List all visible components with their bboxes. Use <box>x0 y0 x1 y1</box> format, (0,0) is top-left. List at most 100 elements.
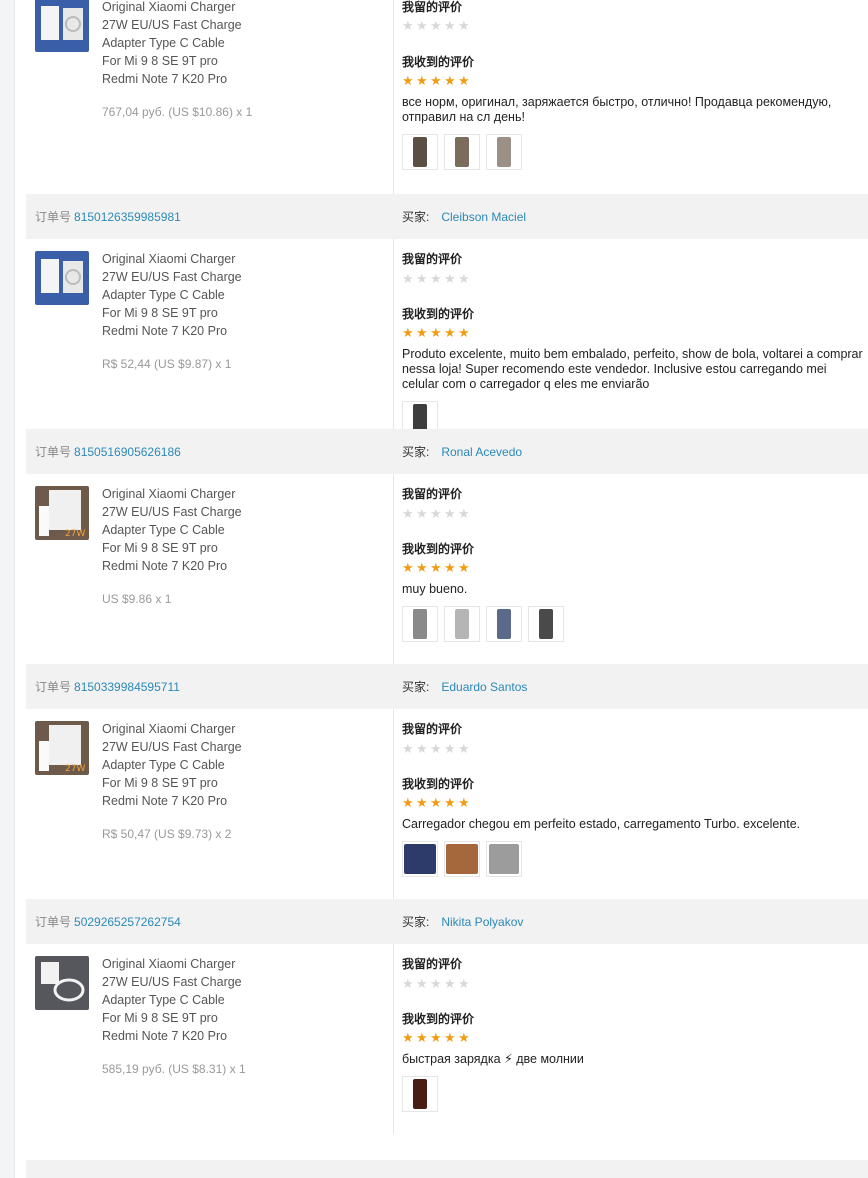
order-number-label: 订单号 <box>35 210 72 224</box>
next-order-header <box>26 1160 868 1178</box>
received-review-label: 我收到的评价 <box>402 307 475 321</box>
review-photo[interactable] <box>402 1076 438 1112</box>
review-photos <box>402 134 522 170</box>
star-icon: ★ <box>458 271 470 286</box>
star-icon: ★ <box>416 18 428 33</box>
order-header: 订单号 8150126359985981 买家: Cleibson Maciel <box>26 194 868 239</box>
buyer-label: 买家: <box>402 680 430 694</box>
star-icon: ★ <box>444 560 456 575</box>
review-photo[interactable] <box>486 841 522 877</box>
review-photo[interactable] <box>486 134 522 170</box>
received-review-stars: ★ ★ ★ ★ ★ <box>402 326 471 339</box>
star-icon: ★ <box>458 741 470 756</box>
product-thumbnail[interactable]: 27W <box>35 721 89 775</box>
product-title[interactable]: Original Xiaomi Charger 27W EU/US Fast Ch… <box>102 485 262 575</box>
review-comment: muy bueno. <box>402 582 468 596</box>
star-icon: ★ <box>430 560 442 575</box>
review-comment: Carregador chegou em perfeito estado, ca… <box>402 817 801 831</box>
review-comment: все норм, оригинал, заряжается быстро, о… <box>402 95 832 124</box>
order-number-label: 订单号 <box>35 445 72 459</box>
order-review-list: Original Xiaomi Charger 27W EU/US Fast Ch… <box>26 0 868 1134</box>
product-title[interactable]: Original Xiaomi Charger 27W EU/US Fast Ch… <box>102 250 262 340</box>
product-title[interactable]: Original Xiaomi Charger 27W EU/US Fast Ch… <box>102 0 262 88</box>
star-icon: ★ <box>430 506 442 521</box>
received-review-stars: ★ ★ ★ ★ ★ <box>402 74 471 87</box>
star-icon: ★ <box>402 18 414 33</box>
review-photo[interactable] <box>444 134 480 170</box>
star-icon: ★ <box>416 506 428 521</box>
order-price: 767,04 руб. (US $10.86) x 1 <box>102 105 253 119</box>
star-icon: ★ <box>458 325 470 340</box>
review-photos <box>402 841 522 877</box>
product-thumbnail[interactable] <box>35 0 89 52</box>
my-review-stars: ★ ★ ★ ★ ★ <box>402 977 471 990</box>
product-thumbnail[interactable] <box>35 251 89 305</box>
received-review-label: 我收到的评价 <box>402 777 475 791</box>
product-column: Original Xiaomi Charger 27W EU/US Fast Ch… <box>26 944 394 1134</box>
review-photo[interactable] <box>402 134 438 170</box>
star-icon: ★ <box>402 73 414 88</box>
star-icon: ★ <box>444 73 456 88</box>
star-icon: ★ <box>402 325 414 340</box>
product-column: 27W Original Xiaomi Charger 27W EU/US Fas… <box>26 474 394 664</box>
product-column: 27W Original Xiaomi Charger 27W EU/US Fas… <box>26 709 394 899</box>
my-review-label: 我留的评价 <box>402 722 463 736</box>
product-title[interactable]: Original Xiaomi Charger 27W EU/US Fast Ch… <box>102 955 262 1045</box>
star-icon: ★ <box>402 560 414 575</box>
my-review-stars: ★ ★ ★ ★ ★ <box>402 507 471 520</box>
star-icon: ★ <box>444 1030 456 1045</box>
star-icon: ★ <box>458 506 470 521</box>
star-icon: ★ <box>444 18 456 33</box>
order-body: 27W Original Xiaomi Charger 27W EU/US Fas… <box>26 474 868 664</box>
received-review-label: 我收到的评价 <box>402 542 475 556</box>
buyer-link[interactable]: Cleibson Maciel <box>441 210 526 224</box>
star-icon: ★ <box>458 795 470 810</box>
order-number-link[interactable]: 8150339984595711 <box>74 680 180 694</box>
review-photo[interactable] <box>402 606 438 642</box>
order-number-link[interactable]: 8150126359985981 <box>74 210 181 224</box>
buyer-label: 买家: <box>402 445 430 459</box>
order-price: R$ 50,47 (US $9.73) x 2 <box>102 827 232 841</box>
buyer-link[interactable]: Ronal Acevedo <box>441 445 522 459</box>
star-icon: ★ <box>402 1030 414 1045</box>
order-body: Original Xiaomi Charger 27W EU/US Fast Ch… <box>26 944 868 1134</box>
review-photo[interactable] <box>444 606 480 642</box>
star-icon: ★ <box>444 271 456 286</box>
star-icon: ★ <box>416 73 428 88</box>
star-icon: ★ <box>416 741 428 756</box>
buyer-link[interactable]: Eduardo Santos <box>441 680 527 694</box>
star-icon: ★ <box>444 741 456 756</box>
order-body: 27W Original Xiaomi Charger 27W EU/US Fas… <box>26 709 868 899</box>
product-thumbnail[interactable] <box>35 956 89 1010</box>
order-price: R$ 52,44 (US $9.87) x 1 <box>102 357 232 371</box>
star-icon: ★ <box>444 795 456 810</box>
order-number-link[interactable]: 5029265257262754 <box>74 915 181 929</box>
buyer-label: 买家: <box>402 915 430 929</box>
my-review-stars: ★ ★ ★ ★ ★ <box>402 19 471 32</box>
received-review-stars: ★ ★ ★ ★ ★ <box>402 1031 471 1044</box>
order-body: Original Xiaomi Charger 27W EU/US Fast Ch… <box>26 0 868 194</box>
order-header: 订单号 8150339984595711 买家: Eduardo Santos <box>26 664 868 709</box>
review-photo[interactable] <box>402 841 438 877</box>
product-column: Original Xiaomi Charger 27W EU/US Fast Ch… <box>26 0 394 194</box>
my-review-label: 我留的评价 <box>402 487 463 501</box>
star-icon: ★ <box>416 795 428 810</box>
received-review-label: 我收到的评价 <box>402 1012 475 1026</box>
product-thumbnail[interactable]: 27W <box>35 486 89 540</box>
review-photo[interactable] <box>444 841 480 877</box>
star-icon: ★ <box>402 506 414 521</box>
product-title[interactable]: Original Xiaomi Charger 27W EU/US Fast Ch… <box>102 720 262 810</box>
buyer-link[interactable]: Nikita Polyakov <box>441 915 523 929</box>
order-body: Original Xiaomi Charger 27W EU/US Fast Ch… <box>26 239 868 437</box>
star-icon: ★ <box>430 18 442 33</box>
order-number-label: 订单号 <box>35 680 72 694</box>
star-icon: ★ <box>430 73 442 88</box>
star-icon: ★ <box>458 73 470 88</box>
order-number-link[interactable]: 8150516905626186 <box>74 445 181 459</box>
review-photo[interactable] <box>486 606 522 642</box>
review-photo[interactable] <box>528 606 564 642</box>
review-comment: Produto excelente, muito bem embalado, p… <box>402 347 863 391</box>
star-icon: ★ <box>444 976 456 991</box>
left-rail <box>0 0 15 1178</box>
my-review-label: 我留的评价 <box>402 0 463 14</box>
